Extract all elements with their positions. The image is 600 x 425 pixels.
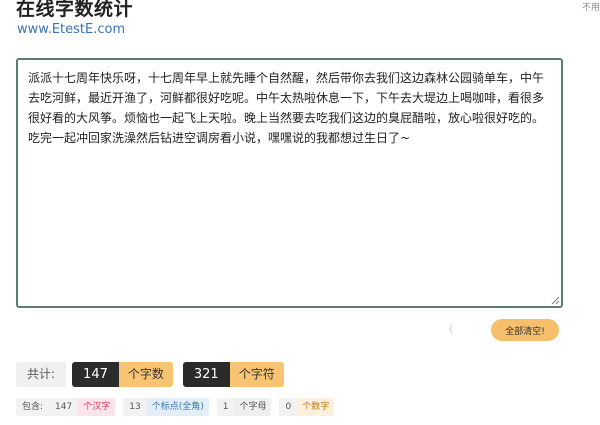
breakdown-tag-digits: 0 个数字 xyxy=(279,398,335,416)
digit-count-unit: 个数字 xyxy=(297,398,335,416)
breakdown-label: 包含: xyxy=(16,398,50,416)
word-count-page: 在线字数统计 www.EtestE.com 不用 派派十七周年快乐呀，十七周年早… xyxy=(0,0,600,425)
site-url-link[interactable]: www.EtestE.com xyxy=(17,22,125,37)
totals-label: 共计: xyxy=(16,362,67,387)
clear-all-button[interactable]: 全部清空! xyxy=(491,319,559,341)
char-count-badge: 147 个字数 xyxy=(72,362,173,387)
letter-count-unit: 个字母 xyxy=(234,398,272,416)
symbol-count-badge: 321 个字符 xyxy=(182,362,284,387)
resize-handle-icon[interactable] xyxy=(551,296,560,305)
char-count-unit: 个字数 xyxy=(118,362,173,387)
breakdown-tag-hanzi: 包含: 147 个汉字 xyxy=(16,398,116,416)
totals-row: 共计: 147 个字数 321 个字符 xyxy=(16,362,294,387)
digit-count-value: 0 xyxy=(279,398,298,416)
corner-note: 不用 xyxy=(581,3,600,13)
punctuation-count-unit: 个标点(全角) xyxy=(146,398,209,416)
symbol-count-value: 321 xyxy=(182,362,230,387)
breakdown-tag-punctuation: 13 个标点(全角) xyxy=(123,398,209,416)
punctuation-count-value: 13 xyxy=(123,398,147,416)
text-input-area[interactable]: 派派十七周年快乐呀，十七周年早上就先睡个自然醒，然后带你去我们这边森林公园骑单车… xyxy=(16,58,563,308)
char-count-value: 147 xyxy=(72,362,119,387)
letter-count-value: 1 xyxy=(216,398,235,416)
breakdown-row: 包含: 147 个汉字 13 个标点(全角) 1 个字母 0 个数字 xyxy=(16,398,342,416)
symbol-count-unit: 个字符 xyxy=(229,362,284,387)
hanzi-count-unit: 个汉字 xyxy=(78,398,116,416)
moon-icon[interactable] xyxy=(448,322,460,336)
page-title: 在线字数统计 xyxy=(16,0,134,20)
hanzi-count-value: 147 xyxy=(49,398,79,416)
breakdown-tag-letters: 1 个字母 xyxy=(216,398,272,416)
